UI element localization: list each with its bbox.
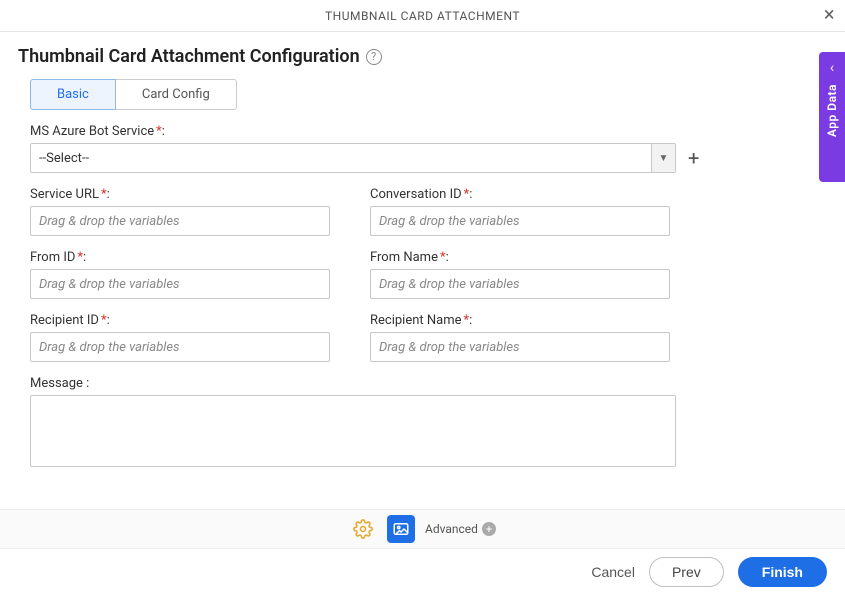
colon: : <box>469 187 472 202</box>
finish-button[interactable]: Finish <box>738 557 827 587</box>
recipient-id-label: Recipient ID * : <box>30 313 330 328</box>
field-message: Message : <box>30 376 815 471</box>
field-conversation-id: Conversation ID * : <box>370 187 670 236</box>
content-area: Basic Card Config MS Azure Bot Service *… <box>0 79 845 471</box>
image-icon[interactable] <box>387 515 415 543</box>
advanced-toggle[interactable]: Advanced + <box>425 522 496 536</box>
field-from-name: From Name * : <box>370 250 670 299</box>
chevron-left-icon: ‹ <box>830 60 834 76</box>
page-title: Thumbnail Card Attachment Configuration <box>18 46 360 67</box>
field-recipient-name: Recipient Name * : <box>370 313 670 362</box>
dialog-title: THUMBNAIL CARD ATTACHMENT <box>325 9 520 23</box>
from-id-input[interactable] <box>30 269 330 299</box>
azure-select-value: --Select-- <box>31 151 651 166</box>
conversation-id-label: Conversation ID * : <box>370 187 670 202</box>
bottom-toolbar: Advanced + <box>0 509 845 549</box>
fields-grid: Service URL * : Conversation ID * : From… <box>30 187 730 362</box>
message-textarea[interactable] <box>30 395 676 467</box>
colon: : <box>107 187 110 202</box>
footer: Cancel Prev Finish <box>0 549 845 595</box>
colon: : <box>83 250 86 265</box>
azure-select[interactable]: --Select-- ▼ <box>30 143 676 173</box>
message-label: Message : <box>30 376 815 391</box>
recipient-name-input[interactable] <box>370 332 670 362</box>
colon: : <box>107 313 110 328</box>
advanced-label: Advanced <box>425 522 478 536</box>
field-from-id: From ID * : <box>30 250 330 299</box>
colon: : <box>162 124 165 139</box>
recipient-name-label-text: Recipient Name <box>370 313 462 328</box>
field-azure: MS Azure Bot Service * : --Select-- ▼ + <box>30 124 815 173</box>
dialog-header: THUMBNAIL CARD ATTACHMENT × <box>0 0 845 32</box>
recipient-name-label: Recipient Name * : <box>370 313 670 328</box>
close-icon[interactable]: × <box>824 4 835 24</box>
from-name-label: From Name * : <box>370 250 670 265</box>
field-recipient-id: Recipient ID * : <box>30 313 330 362</box>
page-title-row: Thumbnail Card Attachment Configuration … <box>0 32 845 75</box>
service-url-label-text: Service URL <box>30 187 99 202</box>
chevron-down-icon: ▼ <box>651 144 675 172</box>
azure-select-row: --Select-- ▼ + <box>30 143 815 173</box>
add-azure-button[interactable]: + <box>686 148 701 168</box>
recipient-id-input[interactable] <box>30 332 330 362</box>
service-url-input[interactable] <box>30 206 330 236</box>
tab-card-config[interactable]: Card Config <box>116 79 237 110</box>
azure-label: MS Azure Bot Service * : <box>30 124 815 139</box>
colon: : <box>446 250 449 265</box>
from-name-input[interactable] <box>370 269 670 299</box>
message-label-text: Message : <box>30 376 89 391</box>
help-icon[interactable]: ? <box>366 49 382 65</box>
prev-button[interactable]: Prev <box>649 557 724 587</box>
from-id-label: From ID * : <box>30 250 330 265</box>
tab-basic[interactable]: Basic <box>30 79 116 110</box>
from-name-label-text: From Name <box>370 250 438 265</box>
recipient-id-label-text: Recipient ID <box>30 313 99 328</box>
gear-icon[interactable] <box>349 515 377 543</box>
conversation-id-label-text: Conversation ID <box>370 187 462 202</box>
service-url-label: Service URL * : <box>30 187 330 202</box>
azure-label-text: MS Azure Bot Service <box>30 124 154 139</box>
from-id-label-text: From ID <box>30 250 75 265</box>
conversation-id-input[interactable] <box>370 206 670 236</box>
colon: : <box>469 313 472 328</box>
field-service-url: Service URL * : <box>30 187 330 236</box>
app-data-panel-toggle[interactable]: ‹ App Data <box>819 52 845 182</box>
tabs: Basic Card Config <box>30 79 815 110</box>
plus-circle-icon: + <box>482 522 496 536</box>
app-data-label: App Data <box>825 84 839 137</box>
cancel-button[interactable]: Cancel <box>591 564 635 580</box>
